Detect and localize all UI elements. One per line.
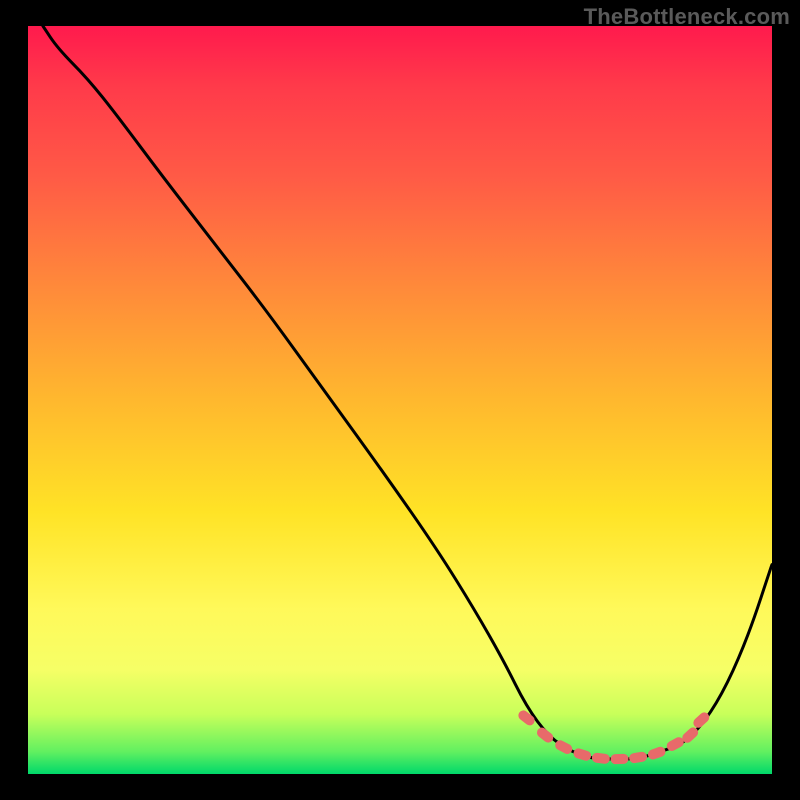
chart-frame: TheBottleneck.com — [0, 0, 800, 800]
range-marker — [516, 708, 536, 727]
recommended-range-markers — [516, 708, 711, 764]
range-marker — [628, 751, 647, 764]
range-marker — [591, 752, 610, 764]
range-marker — [535, 726, 555, 745]
bottleneck-curve — [43, 26, 772, 759]
range-marker — [610, 754, 628, 764]
watermark-text: TheBottleneck.com — [584, 4, 790, 30]
plot-area — [28, 26, 772, 774]
range-marker — [647, 745, 667, 761]
curve-layer — [28, 26, 772, 774]
range-marker — [572, 747, 592, 762]
